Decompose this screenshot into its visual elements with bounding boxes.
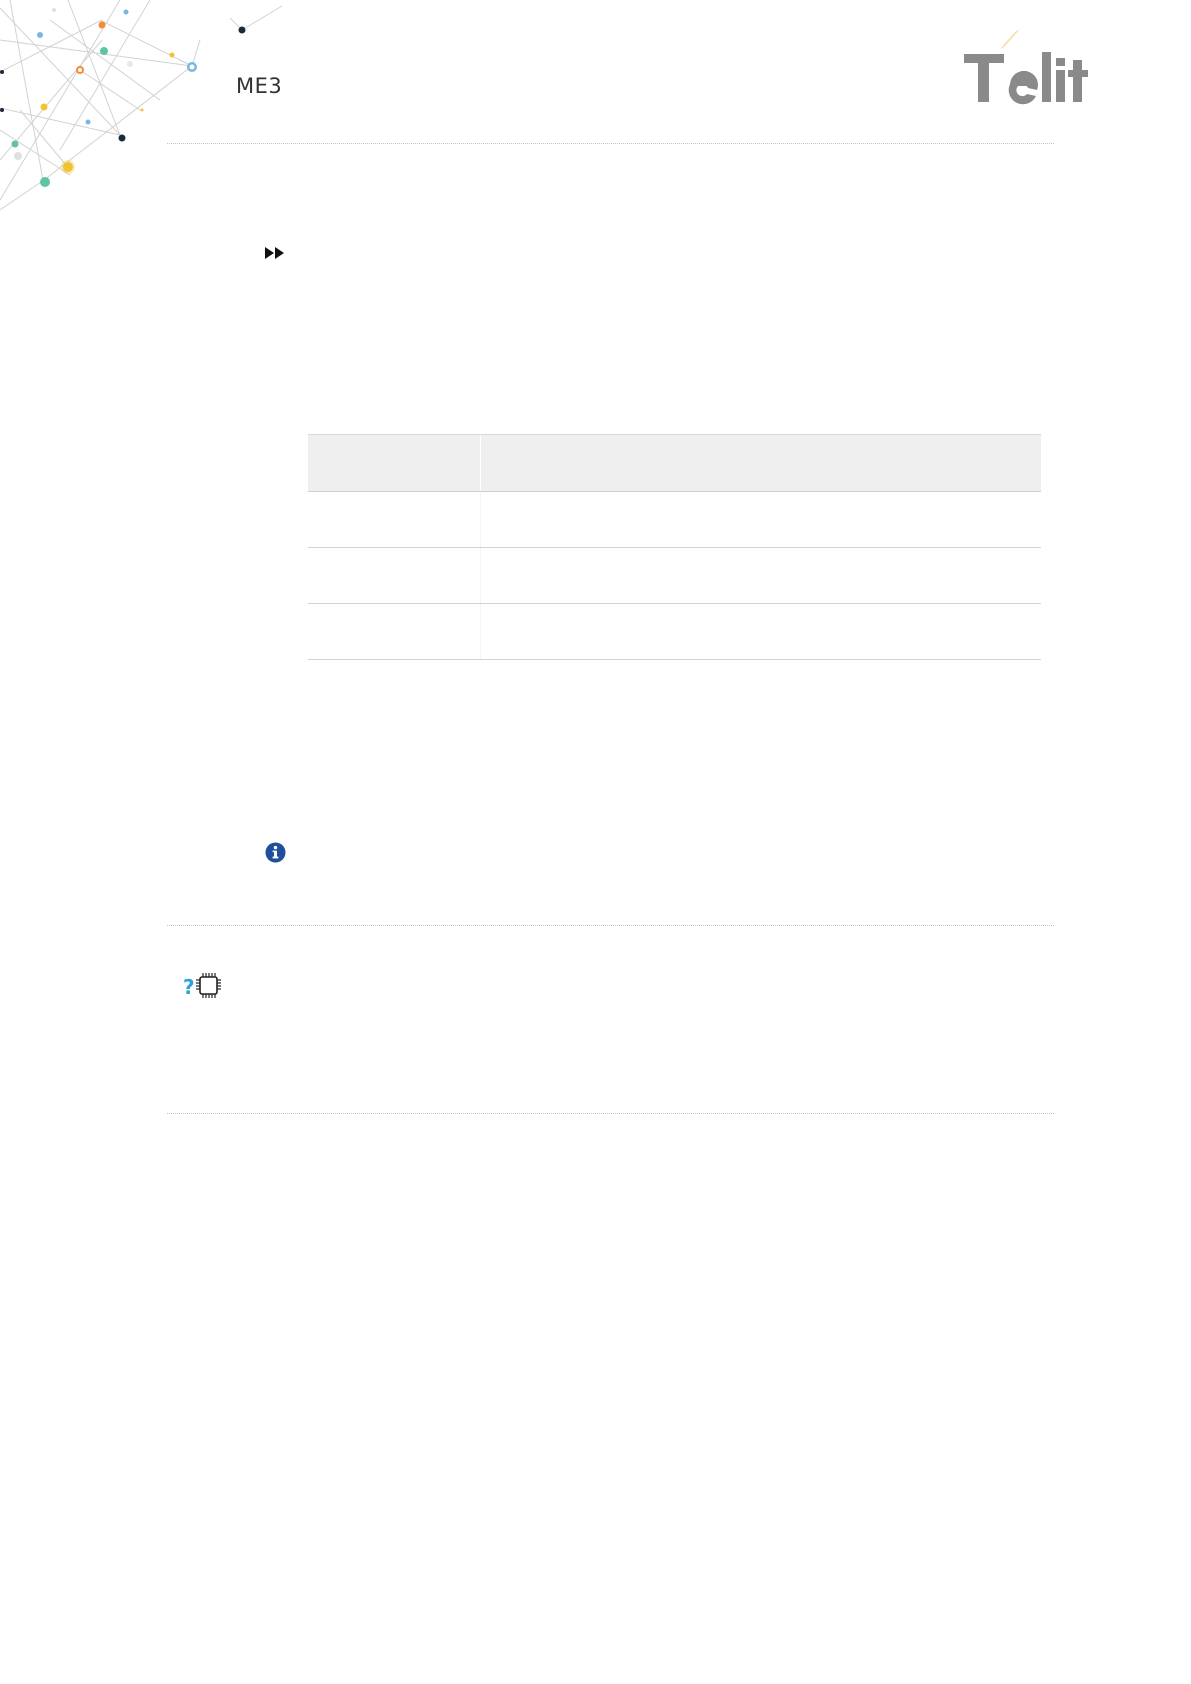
table-cell xyxy=(308,603,480,660)
table-row xyxy=(308,603,1041,660)
table-row xyxy=(308,547,1041,604)
table-cell xyxy=(308,547,480,604)
table-cell xyxy=(479,547,1041,604)
footer-divider xyxy=(167,1113,1054,1114)
section-divider xyxy=(167,925,1054,926)
table-cell xyxy=(308,491,480,548)
table-header-cell xyxy=(308,434,480,492)
parameter-table xyxy=(308,434,1041,660)
table-header-row xyxy=(308,434,1041,492)
table-header-cell xyxy=(479,434,1041,492)
info-icon xyxy=(265,842,286,863)
document-code: ME3 xyxy=(236,74,283,98)
svg-text:?: ? xyxy=(183,975,195,999)
telit-logo xyxy=(964,29,1088,105)
table-row xyxy=(308,491,1041,548)
network-decoration-graphic xyxy=(0,0,283,211)
table-cell xyxy=(479,491,1041,548)
header-divider xyxy=(167,143,1054,144)
fast-forward-icon xyxy=(265,247,284,259)
table-cell xyxy=(479,603,1041,660)
question-chip-icon: ? xyxy=(183,973,221,999)
